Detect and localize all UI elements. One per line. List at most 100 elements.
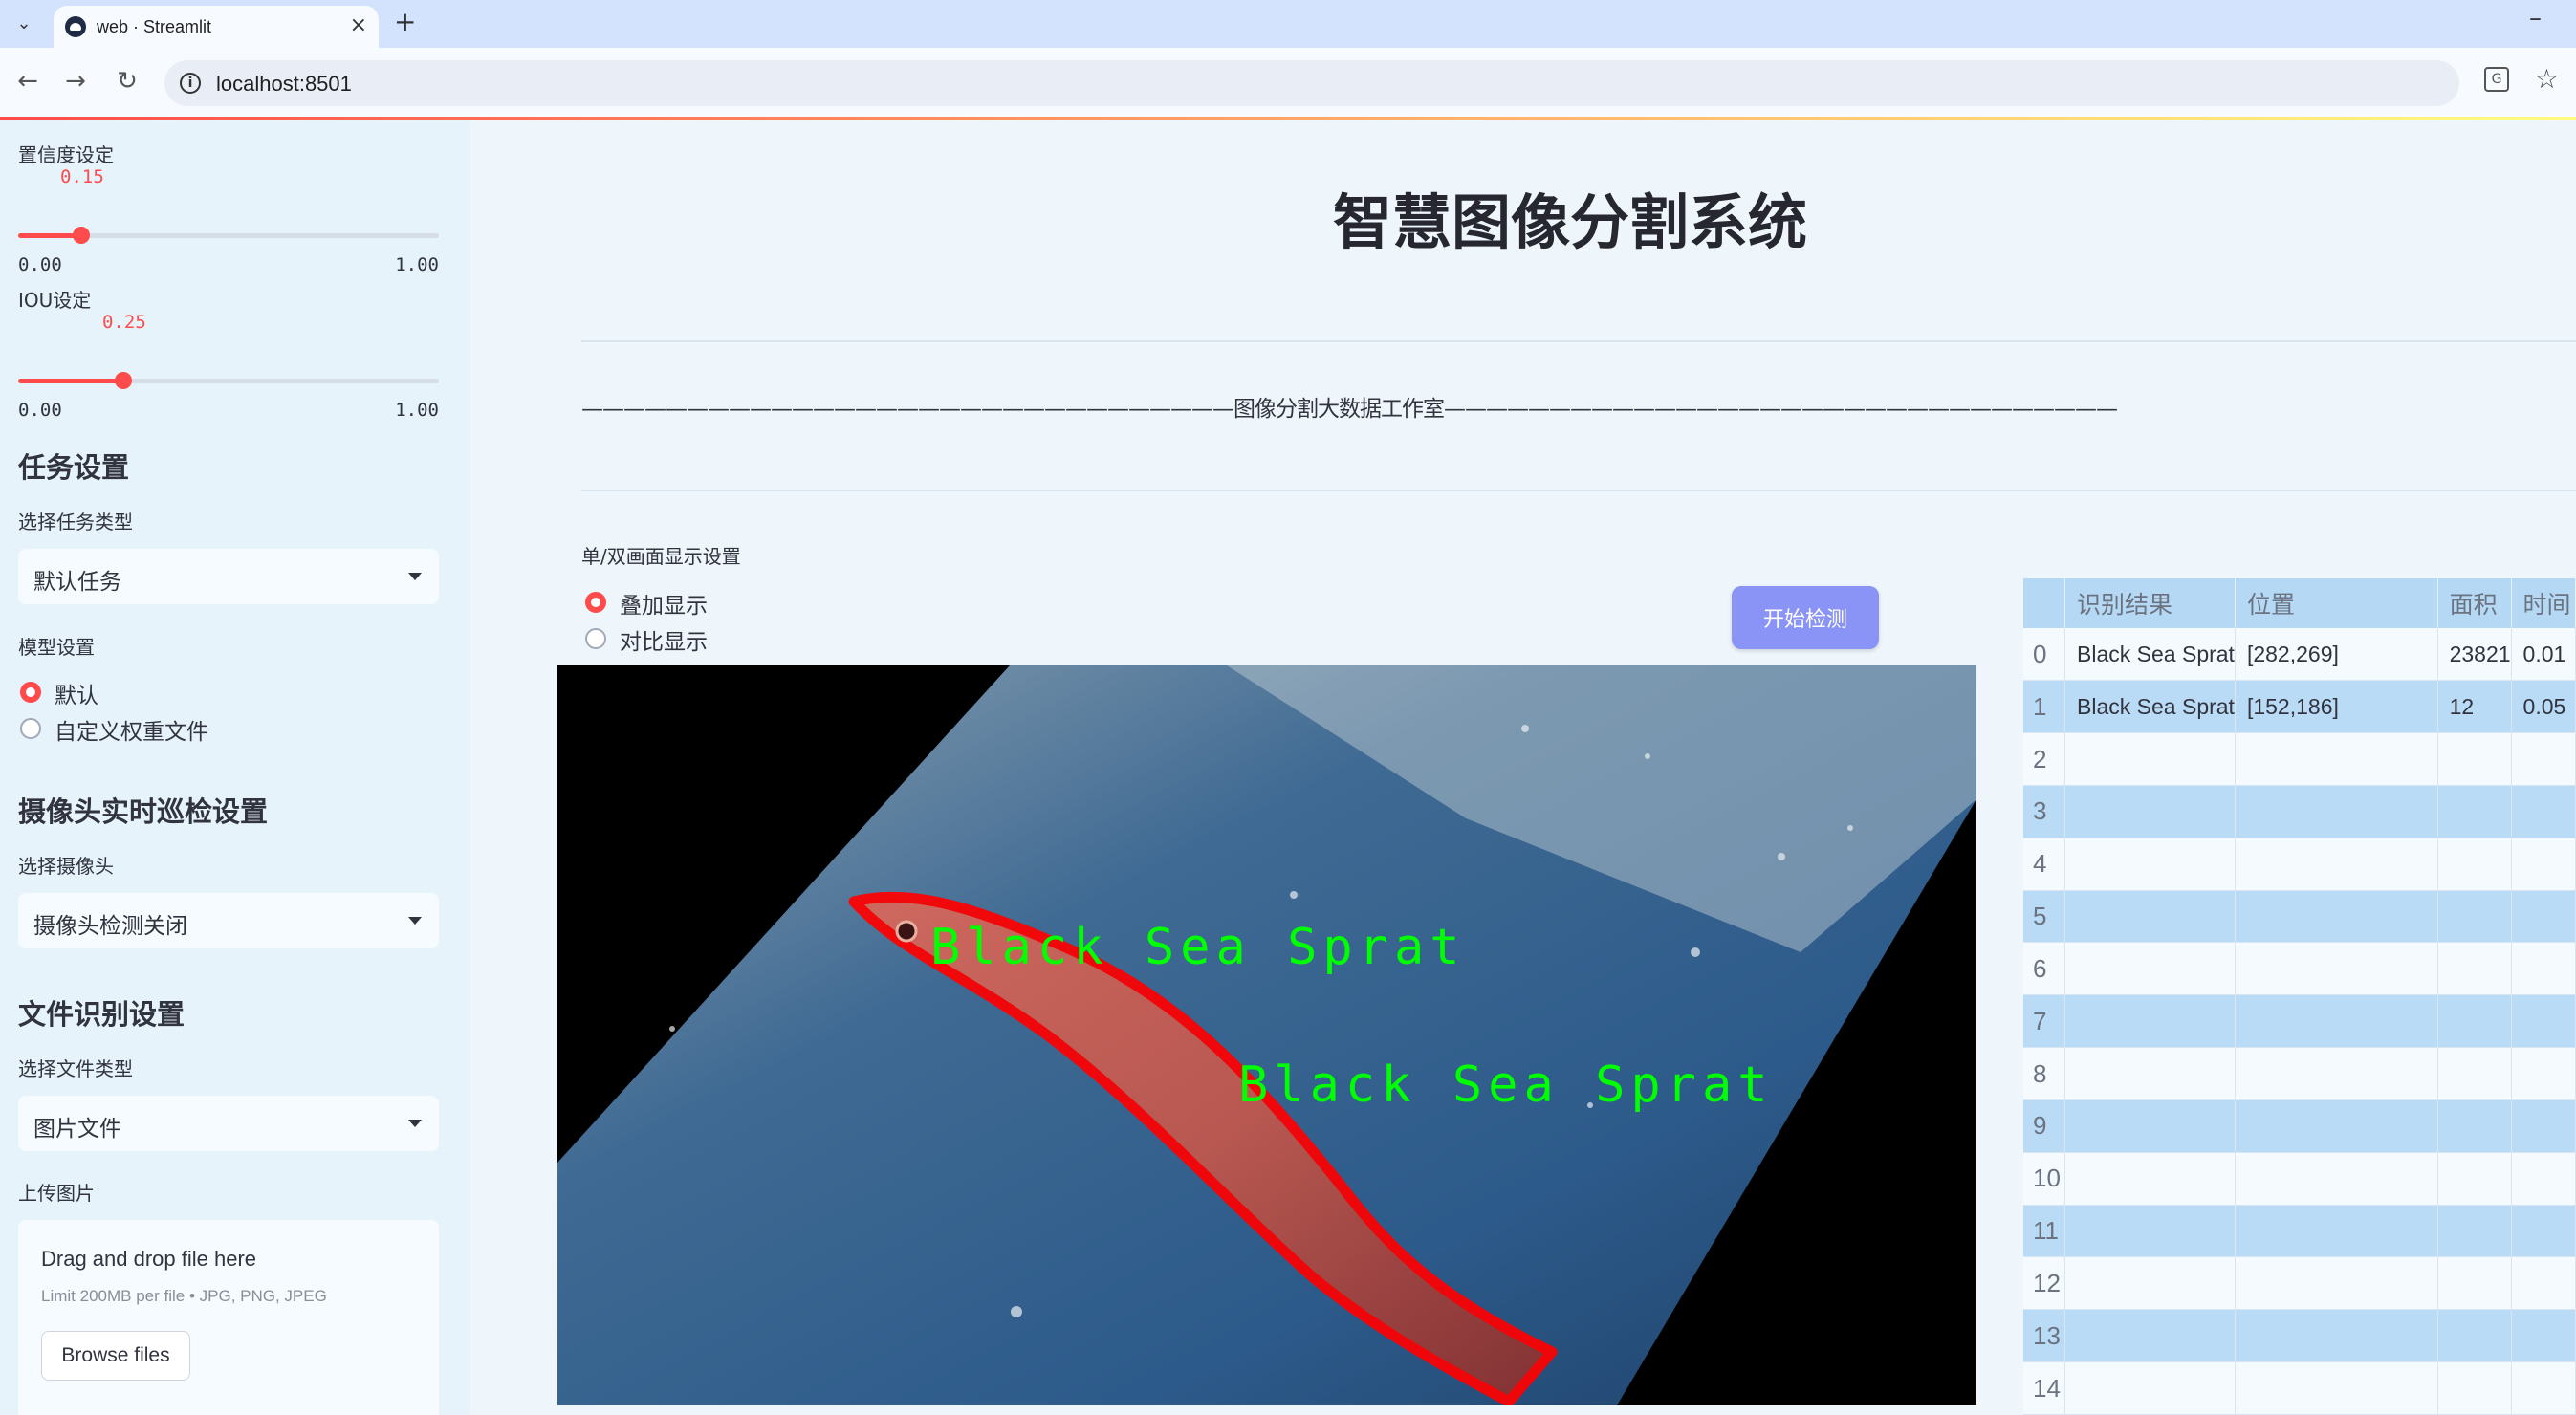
cell-time[interactable] (2511, 1047, 2576, 1100)
cell-result[interactable] (2064, 890, 2236, 944)
cell-area[interactable] (2437, 732, 2512, 786)
cell-time[interactable] (2511, 1152, 2576, 1206)
task-type-select[interactable]: 默认任务 (18, 549, 439, 604)
row-index[interactable]: 6 (2023, 942, 2066, 996)
table-row[interactable]: 6 (2023, 942, 2576, 996)
cell-time[interactable]: 0.01 (2511, 628, 2576, 682)
column-header-index[interactable] (2023, 578, 2066, 628)
cell-area[interactable] (2437, 1205, 2512, 1258)
cell-position[interactable] (2235, 1047, 2438, 1100)
file-type-select[interactable]: 图片文件 (18, 1096, 439, 1151)
cell-area[interactable] (2437, 1309, 2512, 1363)
cell-area[interactable] (2437, 1152, 2512, 1206)
column-header-result[interactable]: 识别结果 (2064, 578, 2236, 628)
cell-result[interactable] (2064, 785, 2236, 838)
cell-area[interactable] (2437, 838, 2512, 891)
row-index[interactable]: 11 (2023, 1205, 2066, 1258)
row-index[interactable]: 0 (2023, 628, 2066, 682)
row-index[interactable]: 13 (2023, 1309, 2066, 1363)
cell-time[interactable] (2511, 942, 2576, 996)
row-index[interactable]: 4 (2023, 838, 2066, 891)
cell-position[interactable] (2235, 1256, 2438, 1311)
results-table[interactable]: 识别结果 位置 面积 时间 0 Black Sea Sprat [282,269] 2… (2023, 578, 2576, 1415)
row-index[interactable]: 9 (2023, 1099, 2066, 1153)
cell-time[interactable] (2511, 1361, 2576, 1415)
table-row[interactable]: 2 (2023, 732, 2576, 786)
reload-icon[interactable]: ↻ (113, 67, 142, 96)
cell-result[interactable]: Black Sea Sprat (2064, 680, 2236, 734)
cell-result[interactable] (2064, 1205, 2236, 1258)
start-detection-button[interactable]: 开始检测 (1732, 586, 1879, 649)
tab-list-chevron-icon[interactable]: ⌄ (10, 10, 38, 38)
row-index[interactable]: 10 (2023, 1152, 2066, 1206)
table-row[interactable]: 13 (2023, 1309, 2576, 1363)
new-tab-icon[interactable]: + (394, 6, 416, 37)
cell-time[interactable] (2511, 838, 2576, 891)
cell-time[interactable] (2511, 1099, 2576, 1153)
tab-close-icon[interactable]: × (350, 13, 367, 37)
table-row[interactable]: 1 Black Sea Sprat [152,186] 12 0.05 (2023, 680, 2576, 734)
row-index[interactable]: 12 (2023, 1256, 2066, 1311)
cell-time[interactable]: 0.05 (2511, 680, 2576, 734)
cell-position[interactable]: [282,269] (2235, 628, 2438, 682)
cell-result[interactable] (2064, 942, 2236, 996)
cell-result[interactable] (2064, 1152, 2236, 1206)
cell-time[interactable] (2511, 890, 2576, 944)
cell-position[interactable] (2235, 838, 2438, 891)
cell-position[interactable] (2235, 1361, 2438, 1415)
cell-result[interactable] (2064, 1309, 2236, 1363)
row-index[interactable]: 8 (2023, 1047, 2066, 1100)
cell-result[interactable] (2064, 838, 2236, 891)
bookmark-star-icon[interactable]: ☆ (2535, 63, 2559, 95)
cell-area[interactable] (2437, 890, 2512, 944)
cell-area[interactable] (2437, 1256, 2512, 1311)
table-row[interactable]: 4 (2023, 838, 2576, 891)
table-row[interactable]: 7 (2023, 994, 2576, 1049)
iou-slider-track[interactable] (18, 372, 439, 389)
cell-position[interactable] (2235, 890, 2438, 944)
back-arrow-icon[interactable]: ← (13, 67, 42, 96)
cell-result[interactable] (2064, 994, 2236, 1049)
cell-area[interactable] (2437, 1047, 2512, 1100)
cell-result[interactable] (2064, 1361, 2236, 1415)
column-header-area[interactable]: 面积 (2437, 578, 2512, 628)
radio-selected-icon[interactable] (20, 682, 41, 703)
site-info-icon[interactable]: i (180, 73, 201, 94)
minimize-icon[interactable]: – (2529, 4, 2542, 33)
cell-position[interactable] (2235, 1152, 2438, 1206)
cell-time[interactable] (2511, 994, 2576, 1049)
forward-arrow-icon[interactable]: → (61, 67, 90, 96)
row-index[interactable]: 14 (2023, 1361, 2066, 1415)
cell-position[interactable] (2235, 1099, 2438, 1153)
cell-position[interactable] (2235, 942, 2438, 996)
cell-result[interactable]: Black Sea Sprat (2064, 628, 2236, 682)
cell-position[interactable] (2235, 994, 2438, 1049)
radio-unselected-icon[interactable] (585, 628, 606, 649)
confidence-slider-thumb[interactable] (73, 227, 90, 244)
cell-area[interactable] (2437, 942, 2512, 996)
row-index[interactable]: 2 (2023, 732, 2066, 786)
browser-tab[interactable]: web · Streamlit × (54, 6, 379, 48)
cell-area[interactable] (2437, 994, 2512, 1049)
cell-position[interactable] (2235, 1205, 2438, 1258)
browse-files-button[interactable]: Browse files (41, 1331, 190, 1381)
cell-area[interactable] (2437, 1361, 2512, 1415)
cell-area[interactable] (2437, 785, 2512, 838)
cell-time[interactable] (2511, 1256, 2576, 1311)
table-row[interactable]: 3 (2023, 785, 2576, 838)
file-dropzone[interactable]: Drag and drop file here Limit 200MB per … (18, 1220, 439, 1415)
cell-result[interactable] (2064, 1256, 2236, 1311)
translate-icon[interactable]: G (2484, 67, 2509, 92)
column-header-time[interactable]: 时间 (2511, 578, 2576, 628)
radio-unselected-icon[interactable] (20, 718, 41, 739)
cell-area[interactable]: 12 (2437, 680, 2512, 734)
table-row[interactable]: 11 (2023, 1205, 2576, 1258)
camera-select[interactable]: 摄像头检测关闭 (18, 893, 439, 948)
cell-position[interactable] (2235, 785, 2438, 838)
confidence-slider-track[interactable] (18, 227, 439, 244)
iou-slider-thumb[interactable] (115, 372, 132, 389)
url-field[interactable]: i localhost:8501 (164, 60, 2459, 106)
cell-position[interactable] (2235, 732, 2438, 786)
table-row[interactable]: 10 (2023, 1152, 2576, 1206)
table-row[interactable]: 0 Black Sea Sprat [282,269] 23821 0.01 (2023, 628, 2576, 682)
